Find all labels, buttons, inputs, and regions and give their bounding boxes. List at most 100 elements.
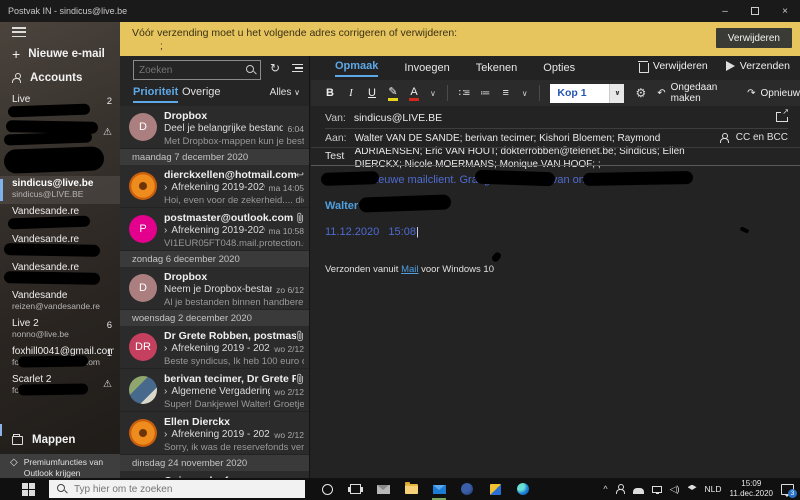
email-list-item[interactable]: D Dropbox ↩ › Deel je belangrijke bestan… bbox=[120, 106, 310, 149]
folders-header[interactable]: Mappen bbox=[12, 434, 75, 446]
taskbar-search-input[interactable] bbox=[74, 484, 274, 495]
cortana-button[interactable] bbox=[319, 481, 335, 497]
account-item[interactable]: Vandesande.re ⚠ bbox=[0, 204, 120, 232]
account-item[interactable]: Scarlet walter.vandesand... ⚠ bbox=[0, 120, 120, 148]
search-icon bbox=[57, 484, 67, 494]
taskbar-search-box[interactable] bbox=[49, 480, 305, 498]
email-list-item[interactable]: D Dropbox ↩ › Neem je Dropbox-bestanden … bbox=[120, 267, 310, 310]
search-box[interactable] bbox=[133, 60, 261, 80]
popout-icon[interactable] bbox=[776, 112, 788, 122]
language-indicator[interactable]: NLD bbox=[705, 484, 722, 494]
file-explorer-button[interactable] bbox=[403, 481, 419, 497]
tab-other[interactable]: Overige bbox=[182, 86, 221, 98]
account-item[interactable]: Scarlet 2 fo....scarlet.be ⚠ bbox=[0, 372, 120, 400]
align-button[interactable]: ≡ bbox=[501, 87, 511, 99]
body-line-3: 11.12.2020 15:08| bbox=[325, 226, 788, 238]
minimize-button[interactable]: – bbox=[710, 0, 740, 22]
message-body[interactable]: Test met nieuwe mailclient. Graag bevest… bbox=[325, 174, 788, 275]
undo-button[interactable]: ↶ Ongedaan maken bbox=[657, 82, 736, 104]
from-row[interactable]: Van: sindicus@LIVE.BE bbox=[311, 112, 800, 124]
paragraph-chevron-icon[interactable]: ∨ bbox=[522, 89, 528, 98]
mail-app-button[interactable] bbox=[431, 481, 447, 497]
subject-field[interactable]: Test bbox=[325, 150, 344, 162]
account-item[interactable]: Live 2 ⚠ bbox=[0, 92, 120, 120]
redaction-scribble bbox=[4, 243, 100, 257]
email-list-item[interactable]: dierckxellen@hotmail.com ↩ › Afrekening … bbox=[120, 165, 310, 208]
new-mail-button[interactable]: + Nieuwe e-mail bbox=[12, 46, 105, 62]
account-item[interactable]: sindicus@live.be sindicus@LIVE.BE ⚠ bbox=[0, 176, 120, 204]
maximize-icon bbox=[751, 7, 759, 15]
account-item[interactable]: Live 2 nonno@live.be 6 ⚠ bbox=[0, 316, 120, 344]
volume-icon[interactable]: ◁) bbox=[670, 484, 680, 495]
toolbar-separator bbox=[539, 85, 540, 101]
maximize-button[interactable] bbox=[740, 0, 770, 22]
email-preview: Al je bestanden binnen handbereik Na bbox=[164, 297, 304, 308]
hamburger-menu-icon[interactable] bbox=[12, 27, 26, 37]
tray-people-icon[interactable] bbox=[616, 484, 625, 494]
account-item[interactable]: Vandesande.re ⚠ bbox=[0, 232, 120, 260]
font-options-chevron-icon[interactable]: ∨ bbox=[430, 89, 436, 98]
photos-button[interactable] bbox=[487, 481, 503, 497]
account-item[interactable]: foxhill0041@gmail.com foxhill0041@gmail.… bbox=[0, 344, 120, 372]
redo-button[interactable]: ↷ Opnieuw bbox=[747, 88, 800, 99]
task-view-button[interactable] bbox=[347, 481, 363, 497]
cc-bcc-control[interactable]: CC en BCC bbox=[720, 132, 788, 143]
edge-icon bbox=[517, 483, 529, 495]
redaction-scribble bbox=[583, 171, 693, 186]
account-item[interactable]: Vandesande reizen@vandesande.re ⚠ bbox=[0, 288, 120, 316]
styles-gear-icon[interactable]: ⚙ bbox=[635, 86, 646, 100]
task-view-icon bbox=[350, 484, 361, 494]
email-list-item[interactable]: DR Dr Grete Robben, postmaster@outloo ↩ … bbox=[120, 326, 310, 369]
windows-start-button[interactable] bbox=[22, 483, 35, 496]
mail-pinned-button[interactable] bbox=[375, 481, 391, 497]
numbered-list-button[interactable]: ≔ bbox=[480, 88, 490, 99]
dropbox-icon[interactable] bbox=[688, 485, 697, 494]
email-preview: Beste syndicus, Ik heb 100 euro overg bbox=[164, 356, 304, 367]
display-icon[interactable] bbox=[652, 486, 662, 493]
accounts-header[interactable]: Accounts bbox=[12, 72, 82, 84]
close-button[interactable]: × bbox=[770, 0, 800, 22]
email-list-item[interactable]: QM Quimmo.be forums over mede-eig ↩ › Qu… bbox=[120, 471, 310, 478]
tab-priority[interactable]: Prioriteit bbox=[133, 86, 178, 103]
underline-button[interactable]: U bbox=[367, 87, 377, 99]
font-color-button[interactable]: A bbox=[409, 86, 419, 101]
premium-banner[interactable]: ◇ Premiumfuncties van Outlook krijgen bbox=[0, 454, 120, 478]
attachment-icon bbox=[296, 330, 304, 342]
italic-button[interactable]: I bbox=[346, 87, 356, 99]
tab-tekenen[interactable]: Tekenen bbox=[476, 62, 518, 74]
edge-button[interactable] bbox=[515, 481, 531, 497]
redaction-scribble bbox=[321, 171, 379, 186]
signature-line: Verzonden vanuit Mail voor Windows 10 bbox=[325, 264, 788, 275]
tab-opmaak[interactable]: Opmaak bbox=[335, 60, 378, 77]
refresh-icon[interactable]: ↻ bbox=[270, 62, 280, 74]
search-input[interactable] bbox=[134, 65, 238, 76]
style-dropdown[interactable]: Kop 1 ∨ bbox=[550, 84, 624, 103]
taskbar-clock[interactable]: 15:09 11.dec.2020 bbox=[730, 479, 773, 499]
action-center-icon[interactable]: 3 bbox=[781, 484, 794, 495]
sender-avatar: D bbox=[129, 113, 157, 141]
account-item[interactable]: ⚠ bbox=[0, 148, 120, 176]
thread-chevron-icon: › bbox=[164, 386, 167, 397]
mail-app-link[interactable]: Mail bbox=[401, 264, 418, 275]
discard-button[interactable]: Verwijderen bbox=[639, 60, 708, 72]
mail-app-window: Postvak IN - sindicus@live.be – × Vóór v… bbox=[0, 0, 800, 500]
banner-remove-button[interactable]: Verwijderen bbox=[716, 28, 792, 48]
email-list-item[interactable]: berivan tecimer, Dr Grete Robben, ...d ↩… bbox=[120, 369, 310, 412]
undo-icon: ↶ bbox=[657, 88, 665, 99]
send-button[interactable]: Verzenden bbox=[726, 60, 790, 72]
filter-dropdown[interactable]: Alles ∨ bbox=[270, 87, 300, 98]
tab-opties[interactable]: Opties bbox=[543, 62, 575, 74]
bullet-list-button[interactable]: ∷≡ bbox=[459, 88, 469, 99]
selection-mode-icon[interactable] bbox=[292, 64, 303, 73]
bold-button[interactable]: B bbox=[325, 87, 335, 99]
onedrive-icon[interactable] bbox=[633, 488, 644, 494]
chevron-up-icon[interactable]: ^ bbox=[603, 484, 607, 494]
account-item[interactable]: Vandesande.re ⚠ bbox=[0, 260, 120, 288]
file-explorer-icon bbox=[405, 484, 418, 494]
highlight-button[interactable]: ✎ bbox=[388, 85, 398, 101]
tab-invoegen[interactable]: Invoegen bbox=[404, 62, 449, 74]
browser-button[interactable] bbox=[459, 481, 475, 497]
email-list-item[interactable]: Ellen Dierckx ↩ › Afrekening 2019 - 2020… bbox=[120, 412, 310, 455]
email-list-item[interactable]: P postmaster@outlook.com ↩ › Afrekening … bbox=[120, 208, 310, 251]
email-subject: Afrekening 2019 - 2020 bbox=[171, 429, 270, 440]
